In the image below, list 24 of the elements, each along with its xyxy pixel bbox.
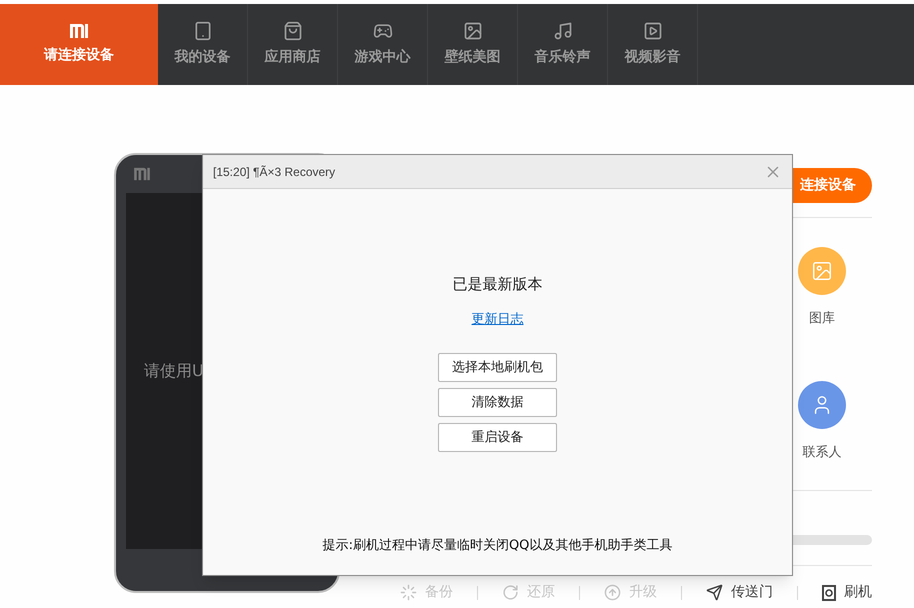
refresh-icon bbox=[502, 584, 519, 601]
bag-icon bbox=[282, 21, 302, 41]
dialog-button[interactable]: 清除数据 bbox=[438, 388, 557, 417]
music-note-icon bbox=[552, 21, 572, 41]
spinner-icon bbox=[400, 584, 417, 601]
picture-icon bbox=[811, 260, 833, 282]
shortcut-label: 联系人 bbox=[802, 444, 842, 462]
dialog-tip: 提示:刷机过程中请尽量临时关闭QQ以及其他手机助手类工具 bbox=[322, 536, 672, 554]
toolbar-button[interactable]: 刷机 bbox=[812, 582, 882, 603]
nav-tab[interactable]: 请连接设备 bbox=[0, 4, 158, 85]
changelog-link[interactable]: 更新日志 bbox=[472, 310, 524, 329]
dialog-button[interactable]: 选择本地刷机包 bbox=[438, 353, 557, 382]
video-icon bbox=[642, 21, 662, 41]
shortcut-label: 图库 bbox=[809, 310, 835, 328]
logo-icon bbox=[69, 23, 89, 39]
logo-icon bbox=[132, 167, 152, 181]
tablet-icon bbox=[192, 21, 212, 41]
arrow-up-icon bbox=[604, 584, 621, 601]
picture-icon bbox=[462, 21, 482, 41]
paper-plane-icon bbox=[706, 584, 723, 601]
dialog-button[interactable]: 重启设备 bbox=[438, 423, 557, 452]
toolbar-button[interactable]: 传送门 bbox=[696, 582, 783, 603]
dialog-title: [15:20] ¶Ã×3 Recovery bbox=[213, 164, 336, 180]
dialog-heading: 已是最新版本 bbox=[452, 274, 542, 295]
